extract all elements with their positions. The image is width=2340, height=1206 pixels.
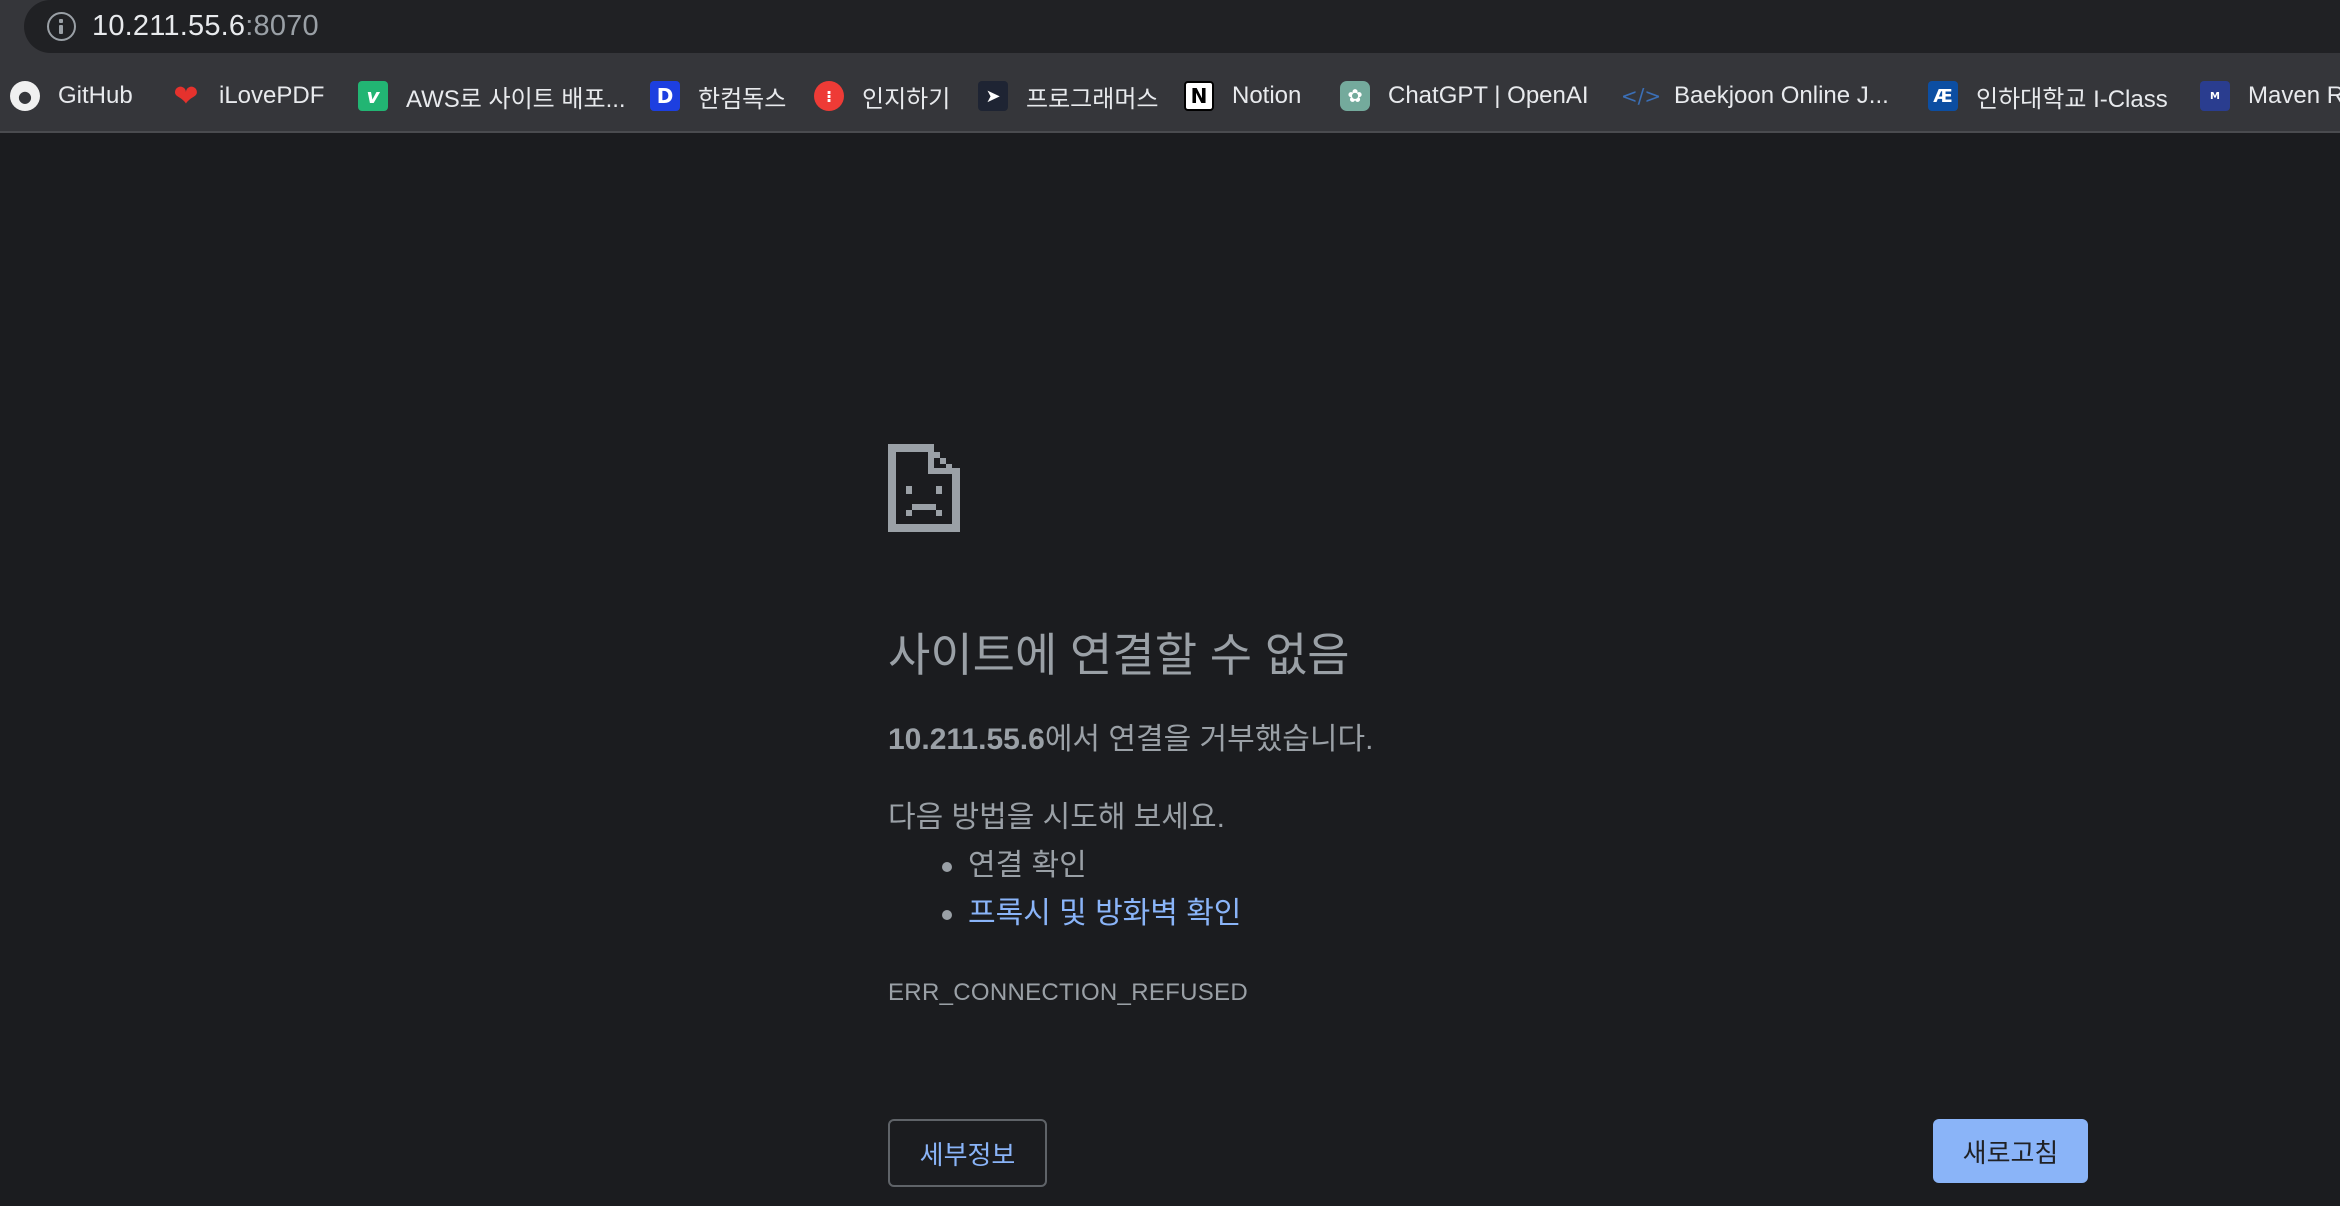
bookmark-label: iLovePDF xyxy=(219,82,325,109)
hancom-docs-icon: D xyxy=(650,81,680,111)
suggestion-check-connection: 연결 확인 xyxy=(940,846,1087,886)
bookmark-maven[interactable]: M Maven R xyxy=(2200,78,2340,114)
bookmark-ilovepdf[interactable]: ❤ iLovePDF xyxy=(171,78,324,114)
bookmark-inji[interactable]: ⁝ 인지하기 xyxy=(814,78,950,114)
bookmark-label: Notion xyxy=(1232,82,1302,109)
inha-iclass-icon: Æ xyxy=(1928,81,1958,111)
bookmarks-bar: ● GitHub ❤ iLovePDF v AWS로 사이트 배포... D 한… xyxy=(0,60,2340,133)
bookmark-label: 인지하기 xyxy=(862,85,951,113)
reload-button[interactable]: 새로고침 xyxy=(1933,1119,2088,1183)
url-host: 10.211.55.6 xyxy=(92,10,246,42)
bookmark-label: ChatGPT | OpenAI xyxy=(1388,82,1589,109)
inji-icon: ⁝ xyxy=(814,81,844,111)
address-bar[interactable]: 10.211.55.6:8070 xyxy=(24,0,2340,53)
suggestion-label: 연결 확인 xyxy=(968,849,1087,882)
bookmark-chatgpt[interactable]: ✿ ChatGPT | OpenAI xyxy=(1340,78,1589,114)
bookmark-baekjoon[interactable]: </> Baekjoon Online J... xyxy=(1620,78,1889,114)
url-text[interactable]: 10.211.55.6:8070 xyxy=(92,9,319,43)
notion-icon: N xyxy=(1184,81,1214,111)
try-suggestions-heading: 다음 방법을 시도해 보세요. xyxy=(888,801,1225,834)
maven-icon: M xyxy=(2200,81,2230,111)
bookmark-hancom-docs[interactable]: D 한컴독스 xyxy=(650,78,786,114)
suggestion-check-proxy-firewall[interactable]: 프록시 및 방화벽 확인 xyxy=(940,894,1241,934)
bookmark-label: 한컴독스 xyxy=(698,85,787,113)
sad-file-icon xyxy=(888,444,960,532)
info-icon[interactable] xyxy=(47,12,76,41)
error-refused-message: 10.211.55.6에서 연결을 거부했습니다. xyxy=(888,720,1373,760)
bookmark-label: 인하대학교 I-Class xyxy=(1976,85,2168,113)
bookmark-programmers[interactable]: ➤ 프로그래머스 xyxy=(978,78,1158,114)
error-refused-text: 에서 연결을 거부했습니다. xyxy=(1044,723,1374,756)
ilovepdf-heart-icon: ❤ xyxy=(173,78,199,114)
bookmark-label: GitHub xyxy=(58,82,133,109)
details-button[interactable]: 세부정보 xyxy=(888,1119,1047,1187)
bookmark-label: Maven R xyxy=(2248,82,2340,109)
programmers-icon: ➤ xyxy=(978,81,1008,111)
bookmark-aws-deploy[interactable]: v AWS로 사이트 배포... xyxy=(358,78,626,114)
bookmark-label: AWS로 사이트 배포... xyxy=(406,85,626,113)
v-logo-icon: v xyxy=(358,81,388,111)
error-code: ERR_CONNECTION_REFUSED xyxy=(888,979,1248,1006)
openai-icon: ✿ xyxy=(1340,81,1370,111)
browser-toolbar: 10.211.55.6:8070 xyxy=(0,0,2340,60)
bookmark-label: Baekjoon Online J... xyxy=(1674,82,1889,109)
url-port: :8070 xyxy=(245,10,319,42)
error-host: 10.211.55.6 xyxy=(888,723,1045,756)
github-icon: ● xyxy=(10,81,40,111)
bookmark-github[interactable]: ● GitHub xyxy=(10,78,133,114)
baekjoon-icon: </> xyxy=(1620,84,1662,108)
bookmark-inha-iclass[interactable]: Æ 인하대학교 I-Class xyxy=(1928,78,2168,114)
bookmark-notion[interactable]: N Notion xyxy=(1184,78,1301,114)
bookmark-label: 프로그래머스 xyxy=(1026,85,1159,113)
suggestion-link[interactable]: 프록시 및 방화벽 확인 xyxy=(968,897,1241,930)
error-title: 사이트에 연결할 수 없음 xyxy=(888,629,1350,681)
